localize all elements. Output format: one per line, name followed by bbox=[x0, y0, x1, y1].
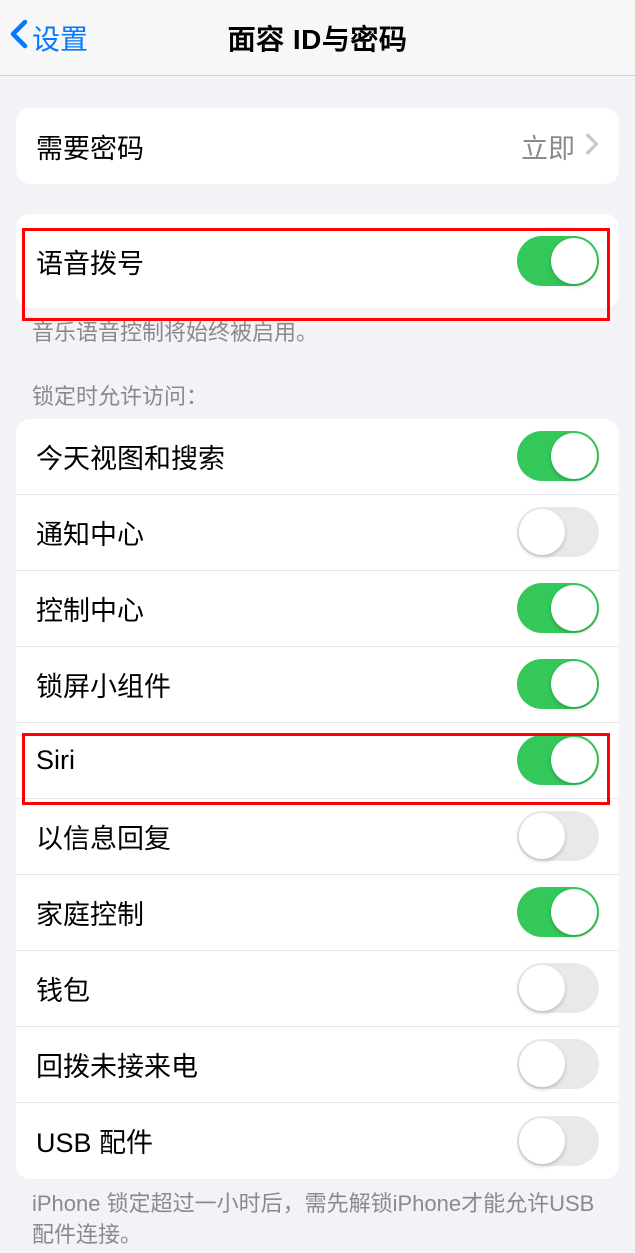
navigation-header: 设置 面容 ID与密码 bbox=[0, 0, 635, 76]
row-label: 回拨未接来电 bbox=[36, 1045, 198, 1084]
row-label: 今天视图和搜索 bbox=[36, 437, 225, 476]
lock-access-row[interactable]: USB 配件 bbox=[16, 1103, 619, 1179]
toggle[interactable] bbox=[517, 659, 599, 709]
row-label: 锁屏小组件 bbox=[36, 665, 171, 704]
toggle[interactable] bbox=[517, 735, 599, 785]
passcode-group: 需要密码 立即 bbox=[16, 108, 619, 184]
row-label: 控制中心 bbox=[36, 589, 144, 628]
toggle-knob bbox=[519, 509, 565, 555]
row-label: 家庭控制 bbox=[36, 893, 144, 932]
toggle-knob bbox=[551, 737, 597, 783]
lock-access-row[interactable]: 锁屏小组件 bbox=[16, 647, 619, 723]
chevron-left-icon bbox=[10, 19, 28, 56]
voice-dial-toggle[interactable] bbox=[517, 236, 599, 286]
row-label: 以信息回复 bbox=[36, 817, 171, 856]
page-title: 面容 ID与密码 bbox=[228, 18, 408, 58]
chevron-right-icon bbox=[585, 133, 599, 160]
toggle-knob bbox=[519, 965, 565, 1011]
toggle[interactable] bbox=[517, 507, 599, 557]
require-passcode-row[interactable]: 需要密码 立即 bbox=[16, 108, 619, 184]
toggle[interactable] bbox=[517, 811, 599, 861]
row-label: Siri bbox=[36, 745, 75, 776]
toggle-knob bbox=[551, 889, 597, 935]
row-value: 立即 bbox=[521, 127, 575, 166]
toggle[interactable] bbox=[517, 583, 599, 633]
back-button[interactable]: 设置 bbox=[0, 18, 88, 58]
lock-access-row[interactable]: 通知中心 bbox=[16, 495, 619, 571]
toggle[interactable] bbox=[517, 887, 599, 937]
row-detail: 立即 bbox=[521, 127, 599, 166]
lock-access-row[interactable]: 家庭控制 bbox=[16, 875, 619, 951]
lock-access-row[interactable]: 今天视图和搜索 bbox=[16, 419, 619, 495]
toggle-knob bbox=[519, 1041, 565, 1087]
voice-dial-group: 语音拨号 bbox=[16, 214, 619, 308]
toggle-knob bbox=[519, 1118, 565, 1164]
toggle-knob bbox=[551, 433, 597, 479]
toggle-knob bbox=[551, 585, 597, 631]
row-label: 需要密码 bbox=[36, 127, 144, 166]
toggle[interactable] bbox=[517, 1116, 599, 1166]
toggle[interactable] bbox=[517, 431, 599, 481]
voice-dial-footer: 音乐语音控制将始终被启用。 bbox=[0, 308, 635, 349]
lock-access-row[interactable]: Siri bbox=[16, 723, 619, 799]
row-label: 语音拨号 bbox=[36, 242, 144, 281]
lock-access-group: 今天视图和搜索通知中心控制中心锁屏小组件 Siri 以信息回复家庭控制钱包回拨未接来… bbox=[16, 419, 619, 1179]
toggle-knob bbox=[551, 238, 597, 284]
row-label: 通知中心 bbox=[36, 513, 144, 552]
lock-section-footer: iPhone 锁定超过一小时后，需先解锁iPhone才能允许USB 配件连接。 bbox=[0, 1179, 635, 1251]
toggle[interactable] bbox=[517, 1039, 599, 1089]
lock-access-row[interactable]: 钱包 bbox=[16, 951, 619, 1027]
row-label: USB 配件 bbox=[36, 1121, 153, 1160]
lock-access-row[interactable]: 以信息回复 bbox=[16, 799, 619, 875]
lock-section-header: 锁定时允许访问： bbox=[0, 349, 635, 419]
toggle[interactable] bbox=[517, 963, 599, 1013]
lock-access-row[interactable]: 控制中心 bbox=[16, 571, 619, 647]
content: 需要密码 立即 语音拨号 音乐语音控制将始终被启用。 锁定时允许访问： 今天视图… bbox=[0, 108, 635, 1250]
row-label: 钱包 bbox=[36, 969, 90, 1008]
voice-dial-row[interactable]: 语音拨号 bbox=[16, 214, 619, 308]
back-label: 设置 bbox=[32, 18, 88, 58]
toggle-knob bbox=[551, 661, 597, 707]
toggle-knob bbox=[519, 813, 565, 859]
lock-access-row[interactable]: 回拨未接来电 bbox=[16, 1027, 619, 1103]
